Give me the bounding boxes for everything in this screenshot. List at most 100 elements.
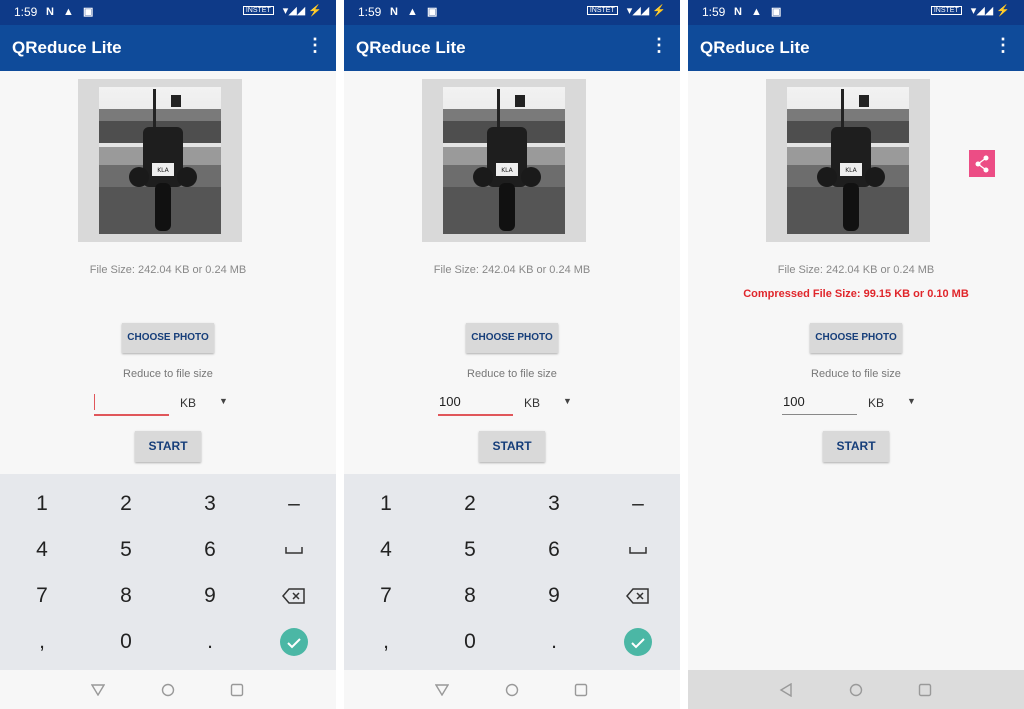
- unit-select[interactable]: KB: [524, 396, 540, 410]
- status-bar: 1:59 N ▲ ▣ INSTET ▾◢◢ ⚡: [0, 0, 336, 25]
- start-button[interactable]: START: [823, 431, 889, 462]
- status-time: 1:59: [358, 5, 382, 19]
- nav-back-button[interactable]: [90, 683, 106, 701]
- key-0-1[interactable]: 2: [428, 481, 512, 527]
- choose-photo-button[interactable]: CHOOSE PHOTO: [810, 323, 902, 353]
- nav-back-button[interactable]: [434, 683, 450, 701]
- system-nav-bar: [688, 670, 1024, 709]
- key-3-2[interactable]: .: [512, 619, 596, 665]
- signal-icon: ▾◢◢ ⚡: [282, 5, 322, 17]
- file-size-text: File Size: 242.04 KB or 0.24 MB: [433, 264, 591, 276]
- space-icon: [629, 547, 647, 555]
- status-right-icons: INSTET ▾◢◢ ⚡: [930, 4, 1010, 17]
- key-0-0[interactable]: 1: [344, 481, 428, 527]
- key-0-2[interactable]: 3: [512, 481, 596, 527]
- reduce-label: Reduce to file size: [123, 368, 213, 380]
- nav-recents-button[interactable]: [230, 683, 244, 702]
- status-time: 1:59: [14, 5, 38, 19]
- motorcycle-photo: KLA: [787, 87, 909, 234]
- svg-text:KLA: KLA: [501, 167, 513, 174]
- key-1-1[interactable]: 5: [428, 527, 512, 573]
- notification-icons: N ▲ ▣: [734, 6, 785, 18]
- key-0-2[interactable]: 3: [168, 481, 252, 527]
- key-2-2[interactable]: 9: [512, 573, 596, 619]
- app-bar: QReduce Lite ⋮: [344, 25, 680, 71]
- key-1-2[interactable]: 6: [512, 527, 596, 573]
- nav-home-button[interactable]: [849, 683, 863, 702]
- choose-photo-button[interactable]: CHOOSE PHOTO: [122, 323, 214, 353]
- back-icon: [90, 684, 106, 697]
- start-button[interactable]: START: [135, 431, 201, 462]
- numeric-keyboard: 1 2 3– 4 5 6 7 8 9, 0.: [0, 474, 336, 670]
- nav-home-button[interactable]: [161, 683, 175, 702]
- key-space[interactable]: [596, 527, 680, 573]
- key-3-1[interactable]: 0: [428, 619, 512, 665]
- more-vertical-icon[interactable]: ⋮: [306, 36, 324, 54]
- key-1-0[interactable]: 4: [0, 527, 84, 573]
- home-icon: [161, 683, 175, 697]
- chevron-down-icon[interactable]: ▼: [563, 396, 572, 406]
- key-backspace[interactable]: [596, 573, 680, 619]
- recents-icon: [574, 683, 588, 697]
- key-3-2[interactable]: .: [168, 619, 252, 665]
- text-cursor: [94, 394, 95, 410]
- start-button[interactable]: START: [479, 431, 545, 462]
- photo-preview: KLA: [422, 79, 586, 242]
- photo-preview: KLA: [78, 79, 242, 242]
- target-size-input[interactable]: 100: [438, 390, 513, 416]
- backspace-icon: [282, 588, 305, 605]
- carrier-label: INSTET: [586, 6, 618, 15]
- key-1-0[interactable]: 4: [344, 527, 428, 573]
- key-0-1[interactable]: 2: [84, 481, 168, 527]
- key-2-1[interactable]: 8: [428, 573, 512, 619]
- key-2-0[interactable]: 7: [0, 573, 84, 619]
- chevron-down-icon[interactable]: ▼: [219, 396, 228, 406]
- done-check-icon: [280, 628, 308, 657]
- reduce-label: Reduce to file size: [467, 368, 557, 380]
- status-bar: 1:59 N ▲ ▣ INSTET ▾◢◢ ⚡: [344, 0, 680, 25]
- key-2-2[interactable]: 9: [168, 573, 252, 619]
- key-done-check[interactable]: [596, 619, 680, 665]
- back-icon: [779, 682, 792, 698]
- choose-photo-button[interactable]: CHOOSE PHOTO: [466, 323, 558, 353]
- file-size-text: File Size: 242.04 KB or 0.24 MB: [777, 264, 935, 276]
- done-check-icon: [624, 628, 652, 657]
- app-bar: QReduce Lite ⋮: [688, 25, 1024, 71]
- target-size-value: 100: [783, 394, 805, 409]
- space-icon: [285, 547, 303, 555]
- more-vertical-icon[interactable]: ⋮: [650, 36, 668, 54]
- phone-screen-3: 1:59 N ▲ ▣ INSTET ▾◢◢ ⚡ QReduce Lite ⋮ K…: [688, 0, 1024, 709]
- nav-back-button[interactable]: [779, 682, 793, 702]
- share-button[interactable]: [969, 150, 995, 177]
- phone-screen-2: 1:59 N ▲ ▣ INSTET ▾◢◢ ⚡ QReduce Lite ⋮ K…: [344, 0, 680, 709]
- home-icon: [505, 683, 519, 697]
- key-1-1[interactable]: 5: [84, 527, 168, 573]
- svg-text:KLA: KLA: [157, 167, 169, 174]
- key-2-0[interactable]: 7: [344, 573, 428, 619]
- key-3-0[interactable]: ,: [0, 619, 84, 665]
- numeric-keyboard: 1 2 3– 4 5 6 7 8 9, 0.: [344, 474, 680, 670]
- key-0-3[interactable]: –: [596, 481, 680, 527]
- recents-icon: [918, 683, 932, 697]
- key-done-check[interactable]: [252, 619, 336, 665]
- nav-home-button[interactable]: [505, 683, 519, 702]
- backspace-icon: [626, 588, 649, 605]
- nav-recents-button[interactable]: [574, 683, 588, 702]
- key-1-2[interactable]: 6: [168, 527, 252, 573]
- recents-icon: [230, 683, 244, 697]
- key-3-0[interactable]: ,: [344, 619, 428, 665]
- app-title: QReduce Lite: [12, 38, 122, 57]
- key-backspace[interactable]: [252, 573, 336, 619]
- target-size-input[interactable]: [94, 390, 169, 416]
- nav-recents-button[interactable]: [918, 683, 932, 702]
- key-2-1[interactable]: 8: [84, 573, 168, 619]
- key-3-1[interactable]: 0: [84, 619, 168, 665]
- chevron-down-icon[interactable]: ▼: [907, 396, 916, 406]
- target-size-input[interactable]: 100: [782, 390, 857, 415]
- key-0-0[interactable]: 1: [0, 481, 84, 527]
- unit-select[interactable]: KB: [868, 396, 884, 410]
- key-0-3[interactable]: –: [252, 481, 336, 527]
- unit-select[interactable]: KB: [180, 396, 196, 410]
- more-vertical-icon[interactable]: ⋮: [994, 36, 1012, 54]
- key-space[interactable]: [252, 527, 336, 573]
